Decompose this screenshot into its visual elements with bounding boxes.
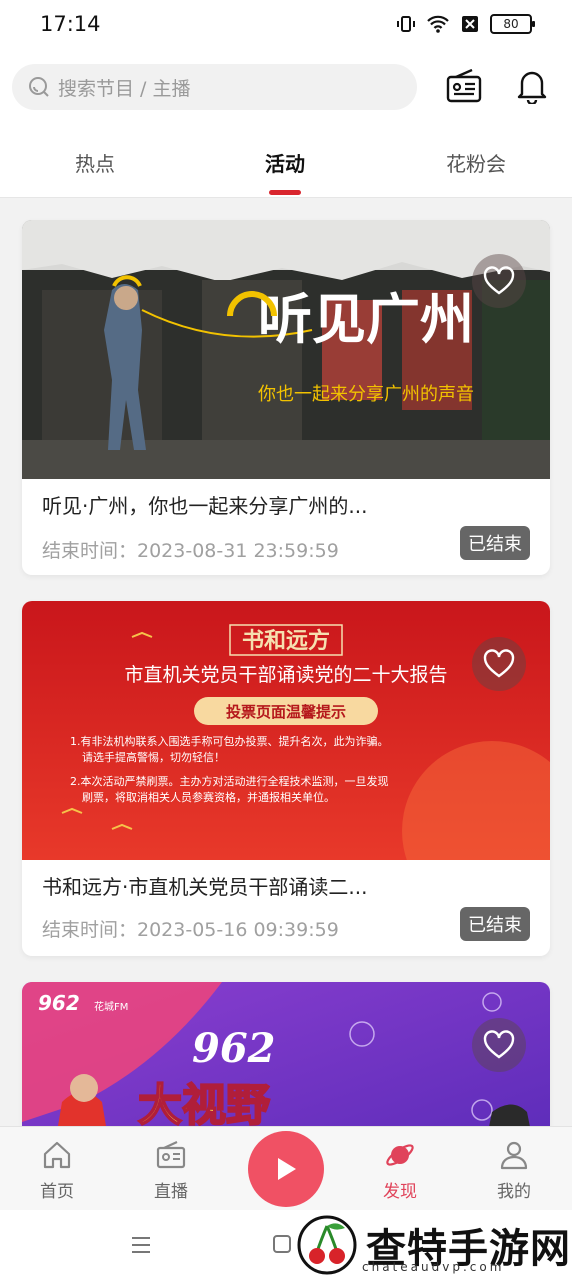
tab-bar: 热点 活动 花粉会 — [0, 138, 572, 198]
tab-activity[interactable]: 活动 — [225, 148, 345, 177]
cherry-logo-icon — [297, 1215, 357, 1275]
like-button[interactable] — [472, 1018, 526, 1072]
tab-hot[interactable]: 热点 — [35, 148, 155, 177]
nav-discover-label: 发现 — [383, 1182, 417, 1202]
battery-level: 80 — [503, 17, 519, 31]
play-button[interactable] — [248, 1131, 324, 1207]
card-end-time: 结束时间：2023-08-31 23:59:59 — [42, 540, 339, 562]
nav-live-label: 直播 — [154, 1182, 188, 1202]
nav-discover[interactable]: 发现 — [370, 1139, 430, 1202]
bottom-nav: 首页 直播 发现 我的 — [0, 1126, 572, 1210]
activity-card[interactable]: 听见广州 你也一起来分享广州的声音 听见·广州，你也一起来分享广州的... 结束… — [22, 220, 550, 575]
nav-profile[interactable]: 我的 — [484, 1139, 544, 1202]
card-title: 书和远方·市直机关党员干部诵读二... — [42, 875, 368, 899]
notice-line-2: 2.本次活动严禁刷票。主办方对活动进行全程技术监测，一旦发现 — [70, 774, 389, 788]
search-placeholder: 搜索节目 / 主播 — [58, 77, 191, 100]
card-banner: 书和远方 市直机关党员干部诵读党的二十大报告 投票页面温馨提示 1.有非法机构联… — [22, 601, 550, 860]
battery-icon: 80 — [490, 14, 535, 34]
radio-icon — [156, 1141, 186, 1169]
menu-icon[interactable] — [130, 1234, 152, 1256]
no-sim-icon — [462, 16, 478, 32]
watermark-sub: chateaudvp.com — [362, 1260, 505, 1274]
status-icons: 80 — [396, 14, 535, 34]
status-badge: 已结束 — [460, 526, 530, 560]
home-icon — [43, 1141, 71, 1169]
like-button[interactable] — [472, 637, 526, 691]
search-input[interactable]: 搜索节目 / 主播 — [12, 64, 417, 110]
heart-icon — [483, 266, 515, 295]
bell-icon — [517, 71, 547, 104]
nav-home-label: 首页 — [40, 1182, 74, 1202]
nav-home[interactable]: 首页 — [27, 1139, 87, 1202]
nav-live[interactable]: 直播 — [141, 1139, 201, 1202]
heart-icon — [483, 649, 515, 678]
notice-line-2b: 刷票，将取消相关人员参赛资格，并通报相关单位。 — [82, 790, 335, 804]
banner-headline: 书和远方 — [242, 628, 330, 654]
radio-button[interactable] — [444, 66, 484, 106]
banner-image: 书和远方 市直机关党员干部诵读党的二十大报告 投票页面温馨提示 1.有非法机构联… — [22, 601, 550, 860]
status-time: 17:14 — [40, 12, 101, 36]
play-icon — [278, 1158, 296, 1180]
card-end-time: 结束时间：2023-05-16 09:39:59 — [42, 919, 339, 941]
tab-indicator — [269, 190, 301, 195]
card-banner: 听见广州 你也一起来分享广州的声音 — [22, 220, 550, 479]
watermark: 查特手游网 chateaudvp.com — [296, 1210, 571, 1280]
vibrate-icon — [397, 16, 415, 32]
nav-profile-label: 我的 — [497, 1182, 531, 1202]
banner-headline: 大视野 — [138, 1080, 270, 1131]
status-bar: 17:14 80 — [0, 0, 572, 52]
notification-button[interactable] — [512, 66, 552, 106]
notice-title: 投票页面温馨提示 — [226, 703, 346, 721]
tab-fan-club[interactable]: 花粉会 — [416, 148, 536, 177]
radio-icon — [446, 69, 482, 103]
card-title: 听见·广州，你也一起来分享广州的... — [42, 494, 368, 518]
banner-brand: 花城FM — [94, 1000, 128, 1013]
banner-subline: 你也一起来分享广州的声音 — [258, 384, 474, 405]
banner-image: 听见广州 你也一起来分享广州的声音 — [22, 220, 550, 479]
search-icon — [29, 77, 49, 97]
heart-icon — [483, 1030, 515, 1059]
like-button[interactable] — [472, 254, 526, 308]
wifi-icon — [427, 15, 449, 33]
home-square-icon[interactable] — [272, 1234, 292, 1254]
banner-headline: 听见广州 — [258, 287, 474, 351]
notice-line-1b: 请选手提高警惕，切勿轻信！ — [82, 750, 225, 764]
banner-subline: 市直机关党员干部诵读党的二十大报告 — [124, 664, 447, 686]
planet-icon — [386, 1144, 414, 1166]
status-badge: 已结束 — [460, 907, 530, 941]
activity-card[interactable]: 书和远方 市直机关党员干部诵读党的二十大报告 投票页面温馨提示 1.有非法机构联… — [22, 601, 550, 956]
banner-logo: 962 — [38, 991, 80, 1015]
header: 搜索节目 / 主播 热点 活动 花粉会 — [0, 52, 572, 198]
user-icon — [500, 1141, 528, 1170]
notice-line-1: 1.有非法机构联系入围选手称可包办投票、提升名次，此为诈骗。 — [70, 734, 389, 748]
svg-text:962: 962 — [192, 1025, 276, 1072]
